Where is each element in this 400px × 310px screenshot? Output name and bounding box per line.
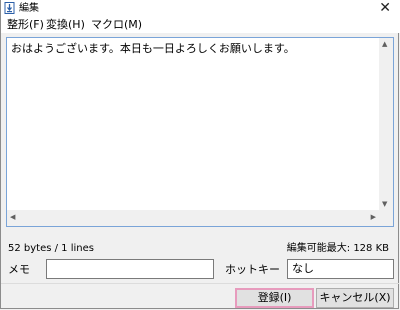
hotkey-field[interactable]: なし	[287, 259, 394, 279]
vertical-scrollbar[interactable]: ▲ ▼	[379, 38, 393, 210]
memo-field[interactable]	[46, 259, 214, 279]
close-icon[interactable]: ✕	[379, 0, 391, 16]
hotkey-value[interactable]: なし	[292, 262, 314, 276]
hotkey-label: ホットキー	[225, 263, 280, 276]
window-title: 編集	[19, 3, 39, 14]
scroll-down-icon[interactable]: ▼	[382, 200, 387, 208]
menu-convert[interactable]: 変換(H)	[46, 18, 85, 32]
size-status: 52 bytes / 1 lines	[8, 243, 94, 254]
scrollbar-corner	[379, 210, 393, 226]
edit-dialog: 編集 ✕ 整形(F) 変換(H) マクロ(M) おはようございます。本日も一日よ…	[0, 0, 400, 309]
menu-format[interactable]: 整形(F)	[7, 18, 44, 32]
text-editor[interactable]: おはようございます。本日も一日よろしくお願いします。 ▲ ▼ ◀ ▶	[6, 37, 394, 227]
max-size-status: 編集可能最大: 128 KB	[286, 243, 389, 254]
register-button[interactable]: 登録(I)	[235, 288, 314, 308]
menu-macro[interactable]: マクロ(M)	[91, 18, 142, 32]
cancel-button[interactable]: キャンセル(X)	[316, 288, 394, 308]
scroll-up-icon[interactable]: ▲	[382, 40, 387, 48]
menu-bar: 整形(F) 変換(H) マクロ(M)	[1, 17, 400, 33]
footer-divider	[1, 283, 399, 284]
notepad-download-icon	[4, 2, 15, 14]
title-bar[interactable]: 編集 ✕	[1, 0, 400, 18]
memo-label: メモ	[8, 263, 30, 276]
editor-content[interactable]: おはようございます。本日も一日よろしくお願いします。	[11, 42, 295, 56]
horizontal-scrollbar[interactable]: ◀ ▶	[7, 210, 379, 226]
scroll-right-icon[interactable]: ▶	[371, 213, 376, 221]
scroll-left-icon[interactable]: ◀	[10, 213, 15, 221]
